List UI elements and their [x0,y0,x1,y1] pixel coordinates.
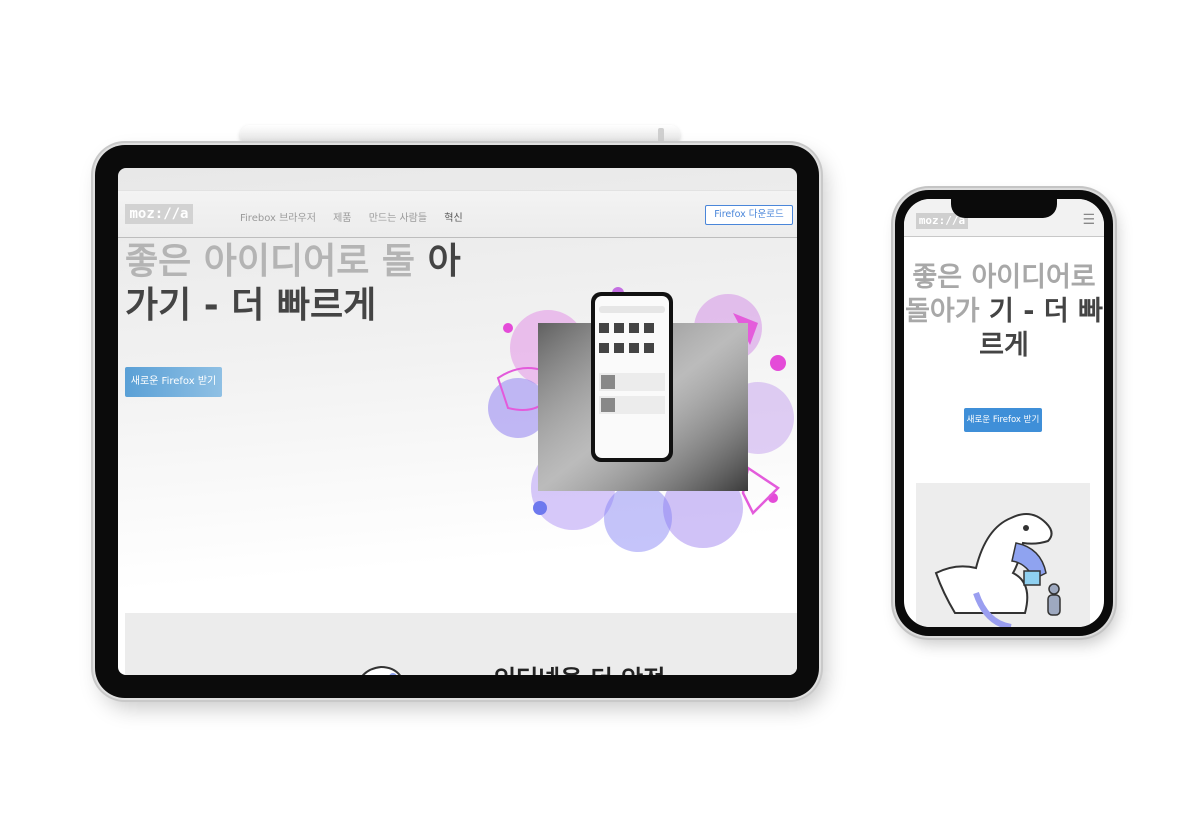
nav-link-innovation[interactable]: 혁신 [444,213,462,224]
features-section [125,613,797,675]
firefox-download-button[interactable]: Firefox 다운로드 [705,205,793,225]
dinosaur-icon [934,513,1061,627]
hamburger-icon[interactable]: ☰ [1082,213,1095,227]
mobile-hero-heading: 좋은 아이디어로 돌아가 기 - 더 빠르게 [904,261,1104,363]
nav-link-firefox-browser[interactable]: Firebox 브라우저 [240,213,316,224]
hero-heading: 좋은 아이디어로 돌 아가기 - 더 빠르게 [125,240,465,328]
mobile-hero-heading-dark: 기 - 더 빠르게 [979,296,1103,361]
nav-link-makers[interactable]: 만드는 사람들 [369,213,427,224]
tablet-nav-links: Firebox 브라우저 제품 만드는 사람들 혁신 [240,209,477,224]
tablet-screen: moz://a Firebox 브라우저 제품 만드는 사람들 혁신 Firef… [118,168,797,675]
mozilla-logo[interactable]: moz://a [125,204,193,224]
hero-phone-illustration [488,287,794,552]
mobile-dinosaur-illustration [916,483,1090,627]
tablet-device: moz://a Firebox 브라우저 제품 만드는 사람들 혁신 Firef… [95,145,819,698]
get-firefox-button-mobile[interactable]: 새로운 Firefox 받기 [964,408,1042,432]
nav-link-products[interactable]: 제품 [333,213,351,224]
dinosaur-illustration [361,665,401,675]
phone-device: moz://a ☰ 좋은 아이디어로 돌아가 기 - 더 빠르게 새로운 Fir… [895,190,1113,636]
get-firefox-button[interactable]: 새로운 Firefox 받기 [125,367,222,397]
section-heading: 인터넷을 더 안전 [494,659,665,675]
stylus-pencil [240,125,680,145]
hero-heading-light: 좋은 아이디어로 돌 [125,241,416,282]
phone-notch [951,199,1057,218]
phone-screen: moz://a ☰ 좋은 아이디어로 돌아가 기 - 더 빠르게 새로운 Fir… [904,199,1104,627]
mini-phone [591,292,673,462]
